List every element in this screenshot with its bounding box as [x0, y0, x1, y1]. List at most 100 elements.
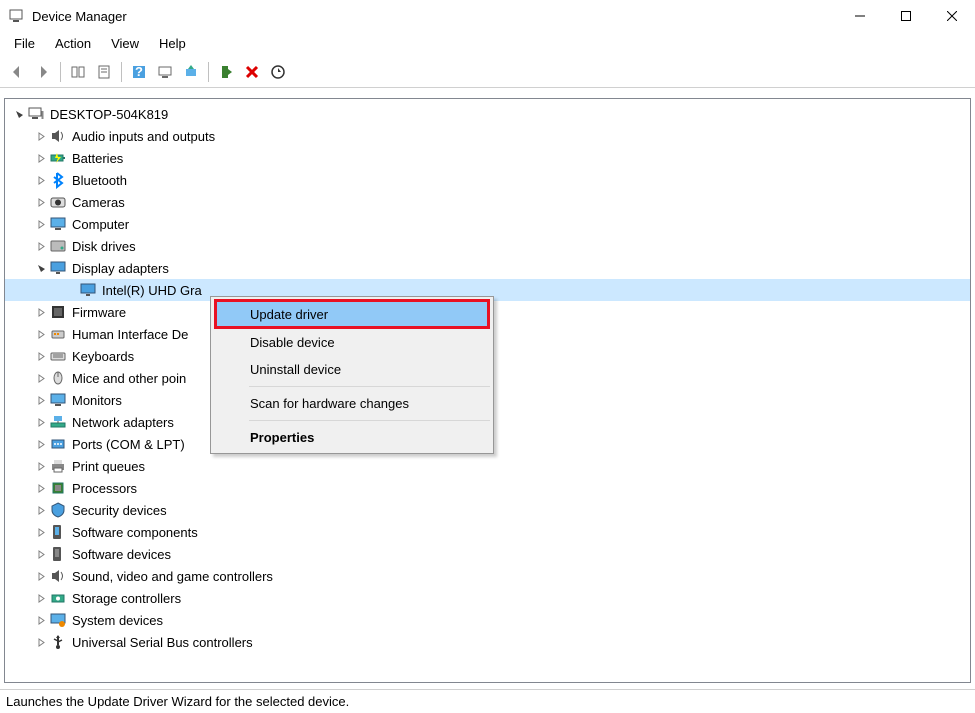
tree-category-node[interactable]: Display adapters — [5, 257, 970, 279]
expander-icon[interactable] — [33, 194, 49, 210]
expander-icon[interactable] — [33, 436, 49, 452]
expander-icon[interactable] — [33, 216, 49, 232]
node-label: Processors — [72, 481, 137, 496]
context-menu-item[interactable]: Disable device — [214, 329, 490, 356]
node-label: DESKTOP-504K819 — [50, 107, 168, 122]
expander-icon[interactable] — [33, 546, 49, 562]
tree-category-node[interactable]: Software devices — [5, 543, 970, 565]
titlebar: Device Manager — [0, 0, 975, 32]
tree-category-node[interactable]: Disk drives — [5, 235, 970, 257]
toolbar-separator — [60, 62, 61, 82]
tree-category-node[interactable]: Bluetooth — [5, 169, 970, 191]
scan-hardware-button[interactable] — [153, 60, 177, 84]
expander-icon[interactable] — [33, 392, 49, 408]
forward-button[interactable] — [31, 60, 55, 84]
tree-category-node[interactable]: Computer — [5, 213, 970, 235]
speaker-icon — [49, 127, 67, 145]
sound-icon — [49, 567, 67, 585]
statusbar-text: Launches the Update Driver Wizard for th… — [6, 694, 349, 709]
expander-icon[interactable] — [33, 326, 49, 342]
tree-category-node[interactable]: Processors — [5, 477, 970, 499]
minimize-button[interactable] — [837, 0, 883, 32]
tree-category-node[interactable]: Cameras — [5, 191, 970, 213]
context-menu-item[interactable]: Update driver — [214, 299, 490, 329]
menu-file[interactable]: File — [4, 34, 45, 53]
expander-icon[interactable] — [33, 304, 49, 320]
menu-view[interactable]: View — [101, 34, 149, 53]
close-button[interactable] — [929, 0, 975, 32]
software-dev-icon — [49, 545, 67, 563]
context-menu-separator — [249, 386, 490, 387]
menu-action[interactable]: Action — [45, 34, 101, 53]
tree-category-node[interactable]: Print queues — [5, 455, 970, 477]
expander-icon[interactable] — [33, 150, 49, 166]
properties-button[interactable] — [92, 60, 116, 84]
toolbar: ? — [0, 56, 975, 88]
cpu-icon — [49, 479, 67, 497]
expander-icon[interactable] — [33, 128, 49, 144]
pc-icon — [27, 105, 45, 123]
scan-changes-button[interactable] — [266, 60, 290, 84]
node-label: Display adapters — [72, 261, 169, 276]
expander-icon[interactable] — [33, 172, 49, 188]
context-menu: Update driverDisable deviceUninstall dev… — [210, 296, 494, 454]
tree-category-node[interactable]: Storage controllers — [5, 587, 970, 609]
tree-root-node[interactable]: DESKTOP-504K819 — [5, 103, 970, 125]
tree-category-node[interactable]: Software components — [5, 521, 970, 543]
node-label: Intel(R) UHD Gra — [102, 283, 202, 298]
back-button[interactable] — [5, 60, 29, 84]
keyboard-icon — [49, 347, 67, 365]
tree-category-node[interactable]: Audio inputs and outputs — [5, 125, 970, 147]
expander-icon[interactable] — [33, 260, 49, 276]
tree-category-node[interactable]: Sound, video and game controllers — [5, 565, 970, 587]
expander-icon[interactable] — [33, 568, 49, 584]
node-label: Human Interface De — [72, 327, 188, 342]
node-label: Storage controllers — [72, 591, 181, 606]
menubar: File Action View Help — [0, 32, 975, 56]
tree-category-node[interactable]: System devices — [5, 609, 970, 631]
node-label: Monitors — [72, 393, 122, 408]
expander-icon[interactable] — [33, 480, 49, 496]
node-label: Bluetooth — [72, 173, 127, 188]
expander-icon[interactable] — [33, 370, 49, 386]
firmware-icon — [49, 303, 67, 321]
node-label: Audio inputs and outputs — [72, 129, 215, 144]
svg-text:?: ? — [135, 64, 143, 79]
expander-icon[interactable] — [33, 612, 49, 628]
mouse-icon — [49, 369, 67, 387]
expander-icon[interactable] — [33, 238, 49, 254]
context-menu-item[interactable]: Scan for hardware changes — [214, 390, 490, 417]
disk-icon — [49, 237, 67, 255]
show-hide-tree-button[interactable] — [66, 60, 90, 84]
expander-icon[interactable] — [11, 106, 27, 122]
expander-icon[interactable] — [33, 590, 49, 606]
port-icon — [49, 435, 67, 453]
node-label: Batteries — [72, 151, 123, 166]
menu-help[interactable]: Help — [149, 34, 196, 53]
window-title: Device Manager — [32, 9, 837, 24]
toolbar-separator — [208, 62, 209, 82]
tree-category-node[interactable]: Security devices — [5, 499, 970, 521]
expander-icon[interactable] — [33, 348, 49, 364]
enable-device-button[interactable] — [214, 60, 238, 84]
context-menu-item[interactable]: Uninstall device — [214, 356, 490, 383]
node-label: Security devices — [72, 503, 167, 518]
node-label: Mice and other poin — [72, 371, 186, 386]
help-button[interactable]: ? — [127, 60, 151, 84]
maximize-button[interactable] — [883, 0, 929, 32]
node-label: Computer — [72, 217, 129, 232]
expander-icon[interactable] — [33, 634, 49, 650]
uninstall-device-button[interactable] — [240, 60, 264, 84]
camera-icon — [49, 193, 67, 211]
expander-icon[interactable] — [33, 458, 49, 474]
monitor-icon — [49, 391, 67, 409]
expander-icon[interactable] — [33, 502, 49, 518]
node-label: Keyboards — [72, 349, 134, 364]
context-menu-item[interactable]: Properties — [214, 424, 490, 451]
window-controls — [837, 0, 975, 32]
expander-icon[interactable] — [33, 524, 49, 540]
expander-icon[interactable] — [33, 414, 49, 430]
tree-category-node[interactable]: Universal Serial Bus controllers — [5, 631, 970, 653]
update-driver-button[interactable] — [179, 60, 203, 84]
tree-category-node[interactable]: Batteries — [5, 147, 970, 169]
